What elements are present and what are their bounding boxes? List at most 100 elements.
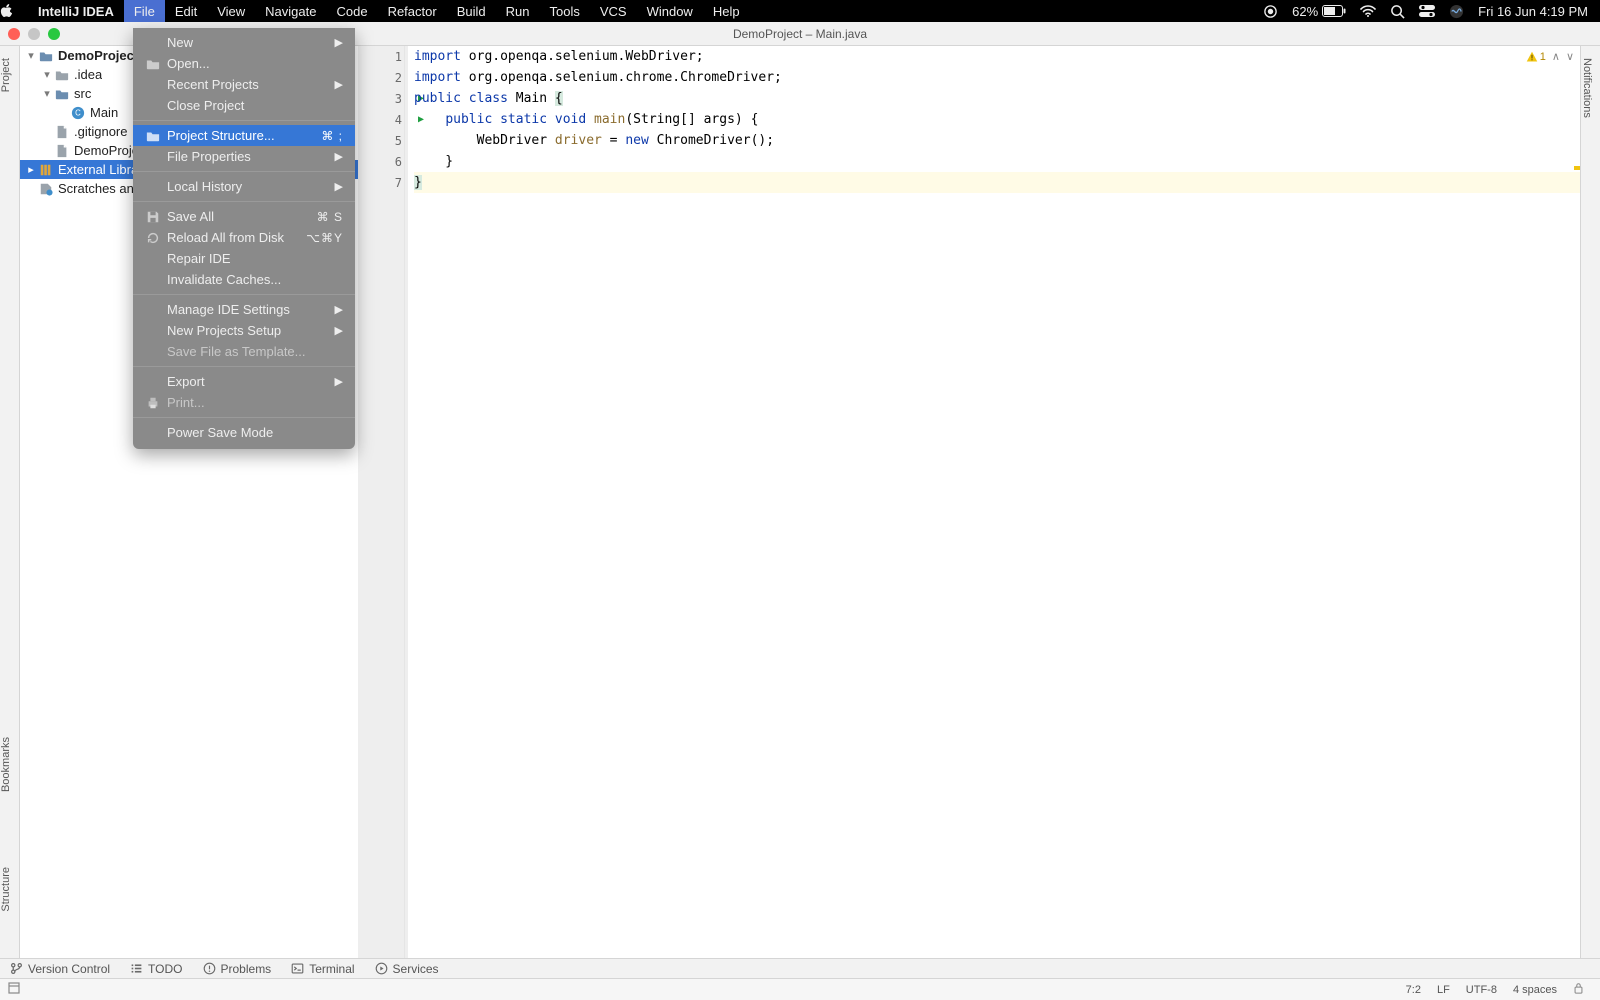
play-icon <box>375 962 388 975</box>
folder-icon <box>54 67 70 83</box>
menu-tools[interactable]: Tools <box>539 0 589 22</box>
menu-item-label: Recent Projects <box>167 77 259 92</box>
bottom-tab-services[interactable]: Services <box>365 962 449 976</box>
menu-item-label: Save All <box>167 209 214 224</box>
code-line[interactable]: } <box>414 172 1580 193</box>
menu-window[interactable]: Window <box>637 0 703 22</box>
siri-icon[interactable] <box>1442 4 1471 19</box>
class-icon: C <box>70 105 86 121</box>
gutter-line[interactable]: 5 <box>356 130 408 151</box>
menu-item-new-projects-setup[interactable]: New Projects Setup▶ <box>133 320 355 341</box>
battery-status[interactable]: 62% <box>1285 4 1353 19</box>
wifi-icon[interactable] <box>1353 5 1383 17</box>
tool-tab-bookmarks[interactable]: Bookmarks <box>0 731 19 798</box>
editor-inspections[interactable]: 1 ∧ ∨ <box>1526 50 1574 63</box>
menu-item-reload-all-from-disk[interactable]: Reload All from Disk⌥⌘Y <box>133 227 355 248</box>
bottom-tab-terminal[interactable]: Terminal <box>281 962 364 976</box>
gutter-line[interactable]: 4▶ <box>356 109 408 130</box>
bottom-tool-bar: Version ControlTODOProblemsTerminalServi… <box>0 958 1600 979</box>
minimize-window-button[interactable] <box>28 28 40 40</box>
menu-refactor[interactable]: Refactor <box>378 0 447 22</box>
menu-item-new[interactable]: New ▶ <box>133 32 355 53</box>
traffic-lights <box>8 28 60 40</box>
menu-build[interactable]: Build <box>447 0 496 22</box>
status-encoding[interactable]: UTF-8 <box>1458 984 1505 996</box>
tree-disclosure-icon[interactable]: ▾ <box>40 68 54 81</box>
branch-icon <box>10 962 23 975</box>
gutter-line[interactable]: 6 <box>356 151 408 172</box>
menu-item-close-project[interactable]: Close Project <box>133 95 355 116</box>
menu-run[interactable]: Run <box>496 0 540 22</box>
editor-code-area[interactable]: import org.openqa.selenium.WebDriver;imp… <box>408 46 1580 193</box>
status-eol[interactable]: LF <box>1429 984 1458 996</box>
spotlight-icon[interactable] <box>1383 4 1412 19</box>
list-icon <box>130 962 143 975</box>
close-window-button[interactable] <box>8 28 20 40</box>
menu-item-label: Print... <box>167 395 205 410</box>
tool-tab-project[interactable]: Project <box>0 52 12 98</box>
submenu-arrow-icon: ▶ <box>335 150 343 163</box>
submenu-arrow-icon: ▶ <box>335 36 343 49</box>
menu-item-label: Export <box>167 374 205 389</box>
menu-code[interactable]: Code <box>326 0 377 22</box>
code-line[interactable]: public static void main(String[] args) { <box>414 109 1580 130</box>
prev-highlight-icon[interactable]: ∧ <box>1552 50 1560 63</box>
lib-icon <box>38 162 54 178</box>
tree-disclosure-icon[interactable]: ▾ <box>40 87 54 100</box>
apple-icon[interactable] <box>0 4 28 18</box>
warn-icon <box>203 962 216 975</box>
menu-item-save-all[interactable]: Save All⌘ S <box>133 206 355 227</box>
menu-item-export[interactable]: Export▶ <box>133 371 355 392</box>
gutter-line[interactable]: 2 <box>356 67 408 88</box>
next-highlight-icon[interactable]: ∨ <box>1566 50 1574 63</box>
tool-tab-structure[interactable]: Structure <box>0 861 19 918</box>
editor-stripe-marker[interactable] <box>1574 166 1580 170</box>
bottom-tab-problems[interactable]: Problems <box>193 962 282 976</box>
tree-disclosure-icon[interactable]: ▾ <box>24 49 38 62</box>
code-line[interactable]: public class Main { <box>414 88 1580 109</box>
code-line[interactable]: WebDriver driver = new ChromeDriver(); <box>414 130 1580 151</box>
menu-item-invalidate-caches[interactable]: Invalidate Caches... <box>133 269 355 290</box>
warning-badge[interactable]: 1 <box>1526 51 1546 63</box>
menu-item-power-save-mode[interactable]: Power Save Mode <box>133 422 355 443</box>
menu-file[interactable]: File <box>124 0 165 22</box>
status-caret[interactable]: 7:2 <box>1398 984 1429 996</box>
menu-shortcut: ⌘ ; <box>321 129 343 143</box>
menu-help[interactable]: Help <box>703 0 750 22</box>
menu-item-open[interactable]: Open... <box>133 53 355 74</box>
code-line[interactable]: import org.openqa.selenium.WebDriver; <box>414 46 1580 67</box>
screenrecord-icon[interactable] <box>1256 4 1285 19</box>
code-line[interactable]: } <box>414 151 1580 172</box>
bottom-tab-version-control[interactable]: Version Control <box>0 962 120 976</box>
code-line[interactable]: import org.openqa.selenium.chrome.Chrome… <box>414 67 1580 88</box>
menu-item-label: New Projects Setup <box>167 323 281 338</box>
menu-vcs[interactable]: VCS <box>590 0 637 22</box>
menu-item-label: New <box>167 35 193 50</box>
zoom-window-button[interactable] <box>48 28 60 40</box>
menu-item-local-history[interactable]: Local History▶ <box>133 176 355 197</box>
gutter-line[interactable]: 3▶ <box>356 88 408 109</box>
menu-view[interactable]: View <box>207 0 255 22</box>
status-indent[interactable]: 4 spaces <box>1505 984 1565 996</box>
menu-item-repair-ide[interactable]: Repair IDE <box>133 248 355 269</box>
tool-tab-notifications[interactable]: Notifications <box>1581 52 1593 124</box>
control-center-icon[interactable] <box>1412 5 1442 17</box>
gutter-line[interactable]: 1 <box>356 46 408 67</box>
menu-item-manage-ide-settings[interactable]: Manage IDE Settings▶ <box>133 299 355 320</box>
menu-edit[interactable]: Edit <box>165 0 207 22</box>
tree-item-label: Main <box>90 105 118 120</box>
menubar-datetime[interactable]: Fri 16 Jun 4:19 PM <box>1471 4 1600 19</box>
menu-item-project-structure[interactable]: Project Structure...⌘ ; <box>133 125 355 146</box>
code-editor[interactable]: 123▶4▶567 import org.openqa.selenium.Web… <box>408 46 1580 958</box>
menu-navigate[interactable]: Navigate <box>255 0 326 22</box>
status-lock-icon[interactable] <box>1565 982 1592 997</box>
tree-item-label: .idea <box>74 67 102 82</box>
app-name[interactable]: IntelliJ IDEA <box>28 4 124 19</box>
bottom-tab-todo[interactable]: TODO <box>120 962 192 976</box>
menu-item-file-properties[interactable]: File Properties▶ <box>133 146 355 167</box>
menu-item-recent-projects[interactable]: Recent Projects▶ <box>133 74 355 95</box>
file-icon <box>54 124 70 140</box>
status-square-icon[interactable] <box>8 982 20 997</box>
gutter-line[interactable]: 7 <box>356 172 408 193</box>
tree-disclosure-icon[interactable]: ▸ <box>24 163 38 176</box>
